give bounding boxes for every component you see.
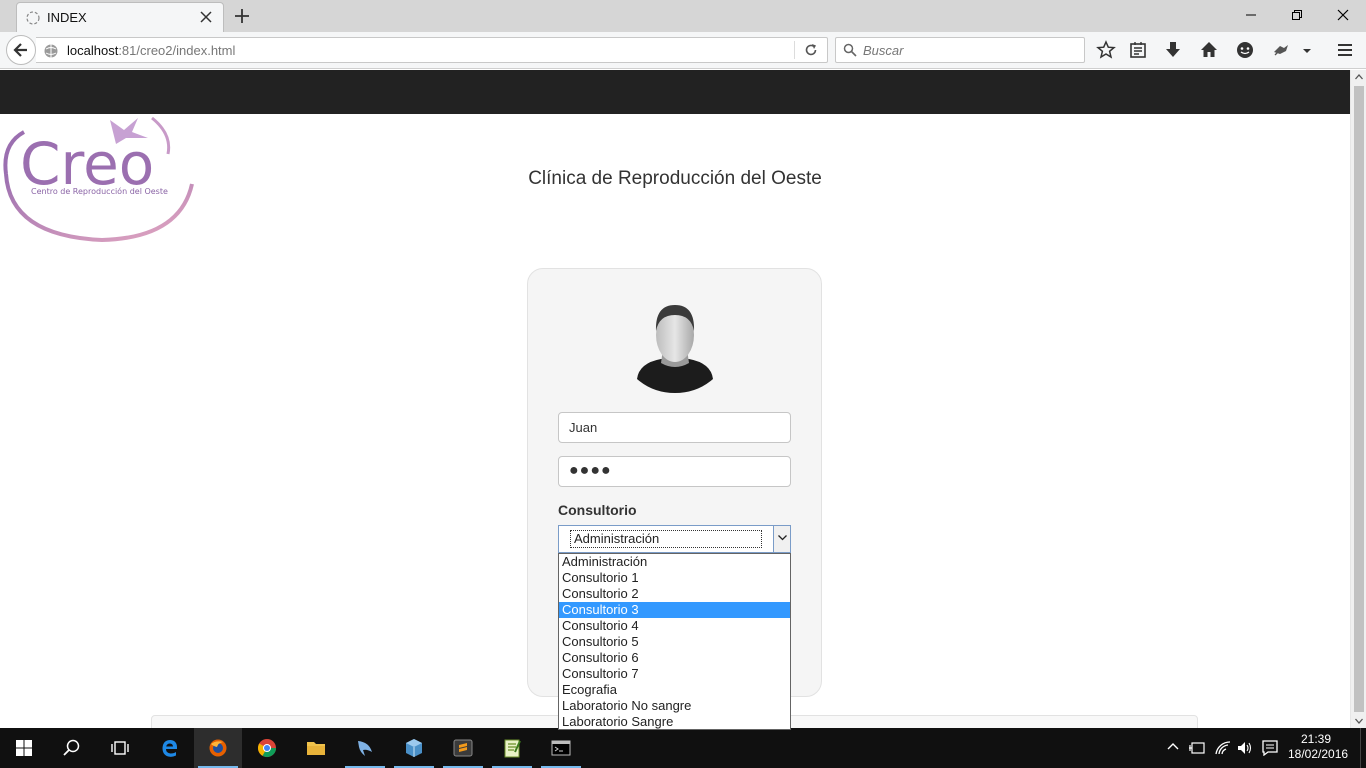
option-laboratorio-no-sangre[interactable]: Laboratorio No sangre [559,698,790,714]
edge-app-button[interactable] [146,728,194,768]
top-nav-band [0,70,1350,114]
reading-list-icon[interactable] [1128,40,1148,60]
url-divider [794,41,795,59]
browser-tab[interactable]: INDEX [16,2,224,32]
option-consultorio-5[interactable]: Consultorio 5 [559,634,790,650]
restore-icon [1292,10,1302,20]
search-button[interactable] [48,728,96,768]
wifi-icon[interactable] [1214,740,1232,756]
tab-title: INDEX [47,10,87,25]
download-icon[interactable] [1163,40,1183,60]
windows-logo-icon [16,740,32,756]
firefox-icon [209,739,227,757]
notepad-plus-icon [504,739,521,758]
password-masked-value: ●●●● [569,462,612,479]
restore-button[interactable] [1274,0,1320,30]
hello-chat-icon[interactable] [1235,40,1255,60]
user-avatar-icon [637,305,713,393]
url-path: :81/creo2/index.html [118,43,236,58]
password-field[interactable]: ●●●● [558,456,791,487]
username-value: Juan [569,420,598,435]
dolphin-icon [358,741,372,756]
option-consultorio-4[interactable]: Consultorio 4 [559,618,790,634]
chevron-up-icon[interactable] [1167,740,1179,754]
sublime-text-icon [453,739,473,757]
option-consultorio-3[interactable]: Consultorio 3 [559,602,790,618]
bookmark-star-icon[interactable] [1096,40,1116,60]
page-favicon-icon [26,11,40,25]
option-consultorio-2[interactable]: Consultorio 2 [559,586,790,602]
close-tab-icon[interactable] [197,8,215,26]
page-scrollbar[interactable] [1350,70,1366,728]
consultorio-label: Consultorio [558,502,637,518]
consultorio-options-list: Administración Consultorio 1 Consultorio… [558,553,791,730]
task-view-icon [111,741,129,755]
home-icon[interactable] [1199,40,1219,60]
battery-plug-icon[interactable] [1188,740,1206,756]
volume-icon[interactable] [1237,740,1253,756]
chrome-app-button[interactable] [243,728,291,768]
clock-date: 18/02/2016 [1288,747,1349,761]
search-icon [843,43,857,57]
search-bar[interactable]: Buscar [835,37,1085,63]
extension-icon[interactable] [1271,40,1291,60]
option-administracion[interactable]: Administración [559,554,790,570]
close-window-button[interactable] [1320,0,1366,30]
back-arrow-icon [13,43,27,57]
cube-icon [406,739,422,757]
page-title: Clínica de Reproducción del Oeste [528,168,822,189]
scrollbar-thumb[interactable] [1354,86,1364,712]
search-icon [63,739,80,756]
minimize-button[interactable] [1228,0,1274,30]
hamburger-menu-icon[interactable] [1335,40,1355,60]
clock-time: 21:39 [1300,732,1332,746]
url-text[interactable]: localhost:81/creo2/index.html [67,43,235,58]
start-button[interactable] [0,728,48,768]
scroll-down-icon[interactable] [1355,718,1363,724]
option-laboratorio-sangre[interactable]: Laboratorio Sangre [559,714,790,730]
notepad-app-button[interactable] [488,728,536,768]
chrome-icon [257,739,276,758]
site-info-icon[interactable] [43,43,59,59]
file-explorer-button[interactable] [292,728,340,768]
close-icon [1337,9,1349,21]
chevron-down-icon[interactable] [1300,40,1314,60]
mysql-app-button[interactable] [341,728,389,768]
back-button[interactable] [6,35,36,65]
option-consultorio-6[interactable]: Consultorio 6 [559,650,790,666]
select-dropdown-button[interactable] [773,526,790,552]
consultorio-selected-value: Administración [570,530,762,548]
notification-center-icon[interactable] [1262,740,1278,756]
new-tab-icon[interactable] [232,6,252,26]
url-bar[interactable]: localhost:81/creo2/index.html [36,37,828,63]
cmd-app-button[interactable] [537,728,585,768]
consultorio-select[interactable]: Administración [558,525,791,553]
reload-icon[interactable] [804,43,818,57]
chevron-down-icon [778,535,787,541]
edge-browser-icon [162,740,178,757]
command-prompt-icon [551,740,571,756]
folder-icon [307,742,325,755]
search-placeholder: Buscar [863,43,904,58]
system-clock[interactable]: 21:39 18/02/2016 [1288,732,1349,762]
option-ecografia[interactable]: Ecografia [559,682,790,698]
tab-strip: INDEX [0,0,1366,32]
navigation-toolbar: localhost:81/creo2/index.html Buscar [0,32,1366,69]
url-host: localhost [67,43,119,58]
minimize-icon [1246,14,1256,16]
windows-taskbar: 21:39 18/02/2016 [0,728,1366,768]
option-consultorio-1[interactable]: Consultorio 1 [559,570,790,586]
scroll-up-icon[interactable] [1355,74,1363,80]
firefox-app-button[interactable] [194,728,242,768]
show-desktop-button[interactable] [1360,728,1366,768]
sublime-app-button[interactable] [439,728,487,768]
username-field[interactable]: Juan [558,412,791,443]
virtualbox-app-button[interactable] [390,728,438,768]
option-consultorio-7[interactable]: Consultorio 7 [559,666,790,682]
task-view-button[interactable] [96,728,144,768]
